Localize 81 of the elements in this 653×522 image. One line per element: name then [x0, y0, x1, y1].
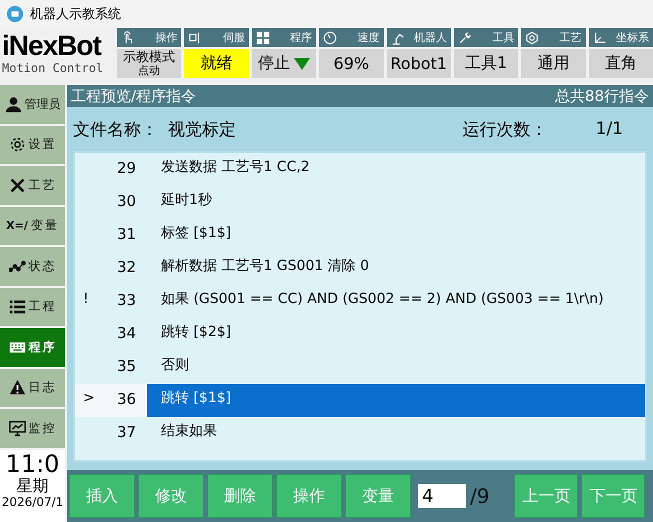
status-label: 机器人 — [386, 28, 451, 47]
program-row[interactable]: ! 33 如果 (GS001 == CC) AND (GS002 == 2) AND (GS003 == 1\r\n) — [75, 285, 645, 318]
run-count-label: 运行次数： — [462, 118, 548, 140]
list-icon — [8, 298, 26, 316]
sidebar-item[interactable]: 工程 — [0, 288, 65, 326]
gauge-icon — [323, 30, 338, 44]
status-value: 69% — [319, 49, 384, 78]
status-label: 伺服 — [184, 28, 249, 47]
dropdown-triangle-icon — [294, 58, 310, 70]
instruction-text: 跳转 [$2$] — [160, 323, 232, 342]
clock-time: 11:0 — [6, 452, 60, 476]
status-value: 直角 — [588, 49, 653, 78]
instruction-text: 标签 [$1$] — [160, 224, 232, 243]
window-title: 机器人示教系统 — [30, 6, 121, 23]
date-text: 2026/07/1 — [2, 496, 64, 508]
instruction-text: 结束如果 — [160, 422, 218, 441]
program-row[interactable]: 29 发送数据 工艺号1 CC,2 — [75, 153, 645, 186]
sidebar-item[interactable]: 日志 — [0, 368, 65, 407]
sidebar-item[interactable]: 监控 — [0, 409, 65, 448]
robot-icon — [390, 30, 404, 44]
program-row[interactable]: 30 延时1秒 — [75, 186, 645, 219]
run-count: 1/1 — [596, 119, 623, 139]
sidebar-item[interactable]: 管理员 — [0, 85, 65, 124]
status-value: 就绪 — [184, 49, 249, 78]
hand-icon — [121, 30, 135, 44]
program-row[interactable]: 34 跳转 [$2$] — [75, 318, 645, 351]
file-name: 视觉标定 — [168, 118, 236, 140]
user-icon — [4, 96, 22, 113]
sidebar-item[interactable]: 程序 — [0, 328, 65, 366]
status-label: 程序 — [252, 28, 316, 47]
line-number: 31 — [117, 224, 138, 243]
status-value: 停止 — [252, 49, 316, 78]
total-lines-text: 总共88行指令 — [554, 86, 649, 106]
line-number: 29 — [117, 158, 138, 177]
brand-logo: iNexBot — [2, 31, 102, 61]
sidebar-item[interactable]: 状态 — [0, 247, 65, 286]
status-value: 工具1 — [454, 49, 518, 78]
row-marker: > — [83, 390, 95, 406]
status-label: 速度 — [319, 28, 384, 47]
program-row[interactable]: 32 解析数据 工艺号1 GS001 清除 0 — [75, 252, 645, 285]
line-number: 32 — [117, 257, 138, 276]
status-label: 坐标系 — [588, 28, 653, 47]
status-label: 工具 — [454, 28, 518, 47]
sidebar-item[interactable]: X=/ 变量 — [0, 206, 65, 245]
sidebar-item[interactable]: 工艺 — [0, 166, 65, 204]
line-number: 37 — [117, 422, 138, 441]
row-marker: ! — [83, 291, 89, 307]
status-value: Robot1 — [386, 49, 451, 78]
grid-icon — [256, 30, 270, 44]
instruction-text: 跳转 [$1$] — [160, 389, 232, 408]
app-logo-icon — [6, 5, 24, 23]
line-number: 30 — [117, 191, 138, 210]
program-row[interactable]: 31 标签 [$1$] — [75, 219, 645, 252]
line-number: 34 — [117, 323, 138, 342]
status-label: 工艺 — [521, 28, 586, 47]
line-number: 36 — [117, 389, 138, 408]
page-count: /9 — [470, 484, 490, 508]
program-row[interactable]: 35 否则 — [75, 351, 645, 384]
warning-icon — [8, 379, 26, 396]
instruction-text: 解析数据 工艺号1 GS001 清除 0 — [160, 257, 370, 276]
monitor-icon — [8, 420, 26, 437]
wrench-icon — [458, 30, 472, 44]
line-number: 33 — [117, 290, 138, 309]
instruction-text: 否则 — [160, 356, 190, 375]
instruction-text: 发送数据 工艺号1 CC,2 — [160, 158, 311, 177]
brand-tagline: Motion Control — [2, 61, 104, 75]
file-name-label: 文件名称： — [73, 118, 158, 140]
line-number: 35 — [117, 356, 138, 375]
sidebar-item[interactable]: 设置 — [0, 126, 65, 164]
weekday-text: 星期 — [16, 478, 48, 494]
program-row[interactable]: 37 结束如果 — [75, 417, 645, 450]
program-row[interactable]: > 36 跳转 [$1$] — [75, 384, 645, 417]
gear-icon — [8, 136, 26, 154]
status-value: 通用 — [521, 49, 586, 78]
instruction-text: 如果 (GS001 == CC) AND (GS002 == 2) AND (GS003 == 1\r\n) — [160, 290, 605, 309]
instruction-text: 延时1秒 — [160, 191, 213, 210]
axes-icon — [592, 30, 607, 44]
page-input[interactable]: 4 — [418, 484, 466, 508]
status-label: 操作 — [117, 28, 182, 47]
panel-title: 工程预览/程序指令 — [71, 86, 196, 106]
status-value: 示教模式 点动 — [117, 49, 182, 78]
